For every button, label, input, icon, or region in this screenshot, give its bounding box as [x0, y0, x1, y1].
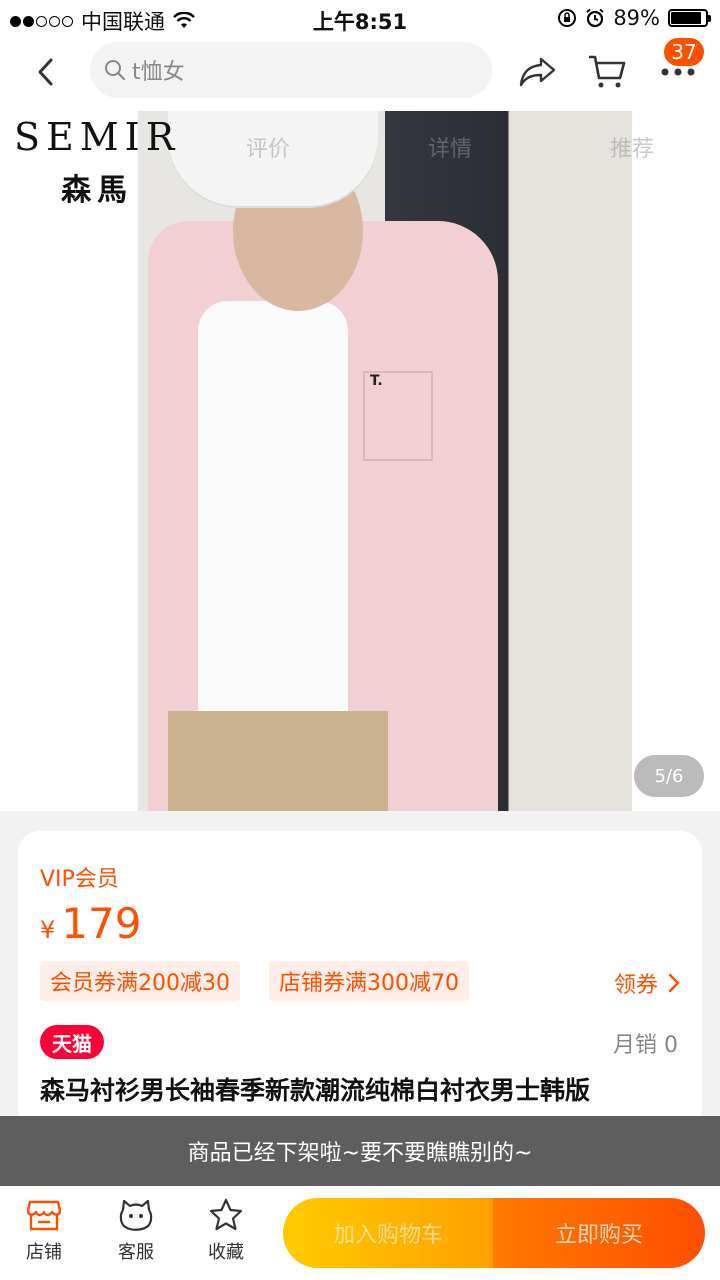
- tab-details[interactable]: 详情: [428, 131, 472, 163]
- product-photo: T.: [138, 111, 632, 811]
- brand-logo-en: SEMIR: [14, 115, 181, 159]
- back-button[interactable]: [26, 52, 66, 92]
- star-icon: [209, 1198, 243, 1231]
- share-button[interactable]: [516, 50, 560, 94]
- customer-service-button[interactable]: 客服: [96, 1198, 176, 1264]
- brand-logo-cn: 森馬: [61, 173, 134, 208]
- battery-icon: [668, 9, 711, 27]
- monthly-sales: 月销 0: [613, 1033, 678, 1058]
- favorite-button[interactable]: 收藏: [186, 1198, 266, 1264]
- pocket-logo: T.: [370, 373, 383, 389]
- claim-coupon-label: 领券: [613, 973, 658, 998]
- store-label: 店铺: [26, 1242, 62, 1263]
- cart-icon: [589, 55, 626, 88]
- cart-count-badge: 37: [662, 36, 706, 68]
- product-image-carousel[interactable]: T. SEMIR 森馬 评价 详情 推荐 5/6: [0, 111, 720, 811]
- customer-service-icon: [119, 1199, 153, 1231]
- price-value: 179: [61, 899, 142, 948]
- currency-symbol: ¥: [40, 916, 56, 944]
- share-icon: [519, 57, 556, 87]
- pants-shape: [168, 711, 388, 811]
- bottom-action-bar: 店铺 客服 收藏 加入购物车 立即购买: [0, 1186, 720, 1280]
- vip-label: VIP会员: [40, 867, 119, 892]
- status-bar: 中国联通 上午8:51 89%: [0, 0, 720, 36]
- image-pager: 5/6: [634, 755, 704, 797]
- buy-now-button[interactable]: 立即购买: [493, 1198, 705, 1268]
- battery-percent: 89%: [613, 6, 660, 30]
- brand-logo: SEMIR 森馬: [14, 115, 180, 209]
- claim-coupon-link[interactable]: 领券: [614, 967, 680, 999]
- tmall-tag: 天猫: [40, 1025, 104, 1059]
- chevron-left-icon: [38, 58, 53, 86]
- cart-button[interactable]: [585, 50, 629, 94]
- more-dots-icon: [661, 68, 695, 76]
- status-right: 89%: [557, 6, 711, 30]
- store-icon: [26, 1200, 62, 1231]
- search-icon: [105, 60, 125, 80]
- chevron-right-icon: [668, 973, 680, 993]
- search-query-text: t恤女: [132, 60, 185, 85]
- add-to-cart-button[interactable]: 加入购物车: [283, 1198, 493, 1268]
- member-coupon[interactable]: 会员券满200减30: [40, 961, 240, 1001]
- tab-reviews[interactable]: 评价: [246, 131, 290, 163]
- product-title: 森马衬衫男长袖春季新款潮流纯棉白衬衣男士韩版: [40, 1076, 591, 1105]
- customer-service-label: 客服: [118, 1242, 154, 1263]
- favorite-label: 收藏: [208, 1242, 244, 1263]
- store-button[interactable]: 店铺: [4, 1198, 84, 1264]
- store-coupon[interactable]: 店铺券满300减70: [269, 961, 469, 1001]
- tab-recommend[interactable]: 推荐: [610, 131, 654, 163]
- orientation-lock-icon: [558, 9, 577, 27]
- delisted-toast: 商品已经下架啦~要不要瞧瞧别的~: [0, 1116, 720, 1186]
- top-nav-bar: t恤女 37: [0, 36, 720, 111]
- purchase-button-group: 加入购物车 立即购买: [283, 1198, 705, 1268]
- alarm-icon: [586, 8, 604, 28]
- price: ¥ 179: [40, 899, 141, 948]
- search-input[interactable]: t恤女: [90, 42, 492, 98]
- white-tee-shape: [198, 301, 348, 751]
